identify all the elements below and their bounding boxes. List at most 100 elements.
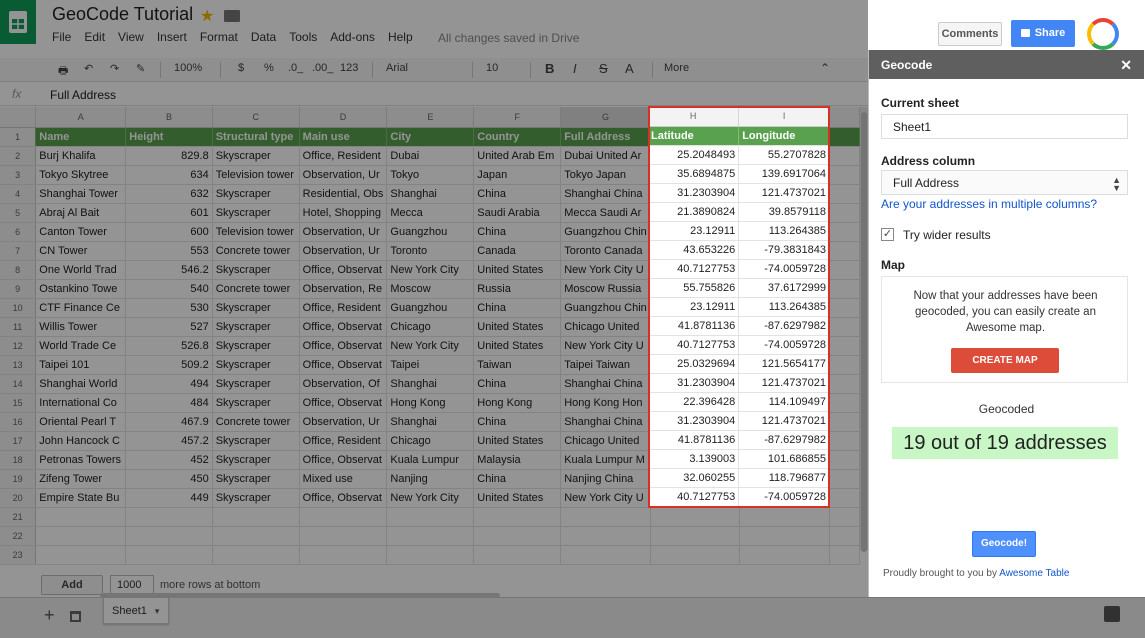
empty-cell[interactable] [829, 241, 860, 261]
grid-cell[interactable]: 3.139003 [648, 449, 740, 469]
decrease-decimal-button[interactable]: .0_ [288, 62, 303, 74]
sheet-tab-sheet1[interactable]: Sheet1 ▾ [103, 598, 169, 624]
grid-cell[interactable]: Skyscraper [212, 298, 300, 318]
row-number[interactable]: 8 [0, 260, 37, 280]
row-number[interactable]: 1 [0, 127, 37, 147]
column-header[interactable]: A [35, 107, 127, 128]
grid-cell[interactable]: 31.2303904 [648, 411, 740, 431]
grid-cell[interactable]: 121.4737021 [738, 411, 830, 431]
star-icon[interactable]: ★ [200, 6, 214, 26]
menu-data[interactable]: Data [251, 30, 276, 44]
row-number[interactable]: 14 [0, 374, 37, 394]
grid-cell[interactable]: United States [473, 336, 562, 356]
grid-cell[interactable]: Concrete tower [212, 279, 300, 299]
grid-cell[interactable]: Mecca [386, 203, 475, 223]
row-number[interactable]: 16 [0, 412, 37, 432]
grid-cell[interactable]: Concrete tower [212, 412, 300, 432]
grid-cell[interactable]: New York City [386, 260, 475, 280]
grid-cell[interactable]: Toronto [386, 241, 475, 261]
grid-cell[interactable]: China [473, 469, 562, 489]
more-button[interactable]: More [664, 62, 689, 74]
row-number[interactable]: 23 [0, 545, 37, 565]
formula-input[interactable]: Full Address [50, 88, 116, 102]
grid-cell[interactable]: Observation, Of [299, 374, 388, 394]
grid-cell[interactable]: Skyscraper [212, 450, 300, 470]
empty-cell[interactable] [829, 507, 860, 527]
row-number[interactable]: 3 [0, 165, 37, 185]
grid-cell[interactable]: 530 [125, 298, 213, 318]
column-header[interactable]: E [386, 107, 475, 128]
grid-cell[interactable]: 25.0329694 [648, 354, 740, 374]
grid-cell[interactable]: 546.2 [125, 260, 213, 280]
grid-cell[interactable]: Office, Observat [299, 393, 388, 413]
grid-cell[interactable]: 484 [125, 393, 213, 413]
header-cell[interactable]: Name [35, 127, 127, 147]
grid-cell[interactable]: Hong Kong [473, 393, 562, 413]
header-cell[interactable]: Latitude [648, 126, 740, 146]
grid-cell[interactable]: 114.109497 [738, 392, 830, 412]
grid-cell[interactable]: 527 [125, 317, 213, 337]
grid-cell[interactable]: Office, Resident [299, 431, 388, 451]
grid-cell[interactable]: Russia [473, 279, 562, 299]
row-number[interactable]: 15 [0, 393, 37, 413]
grid-cell[interactable]: 23.12911 [648, 221, 740, 241]
grid-cell[interactable]: Shanghai [386, 184, 475, 204]
grid-cell[interactable]: China [473, 412, 562, 432]
grid-cell[interactable]: New York City [386, 336, 475, 356]
column-header[interactable]: F [473, 107, 562, 128]
header-cell[interactable]: Structural type [212, 127, 300, 147]
row-number[interactable]: 21 [0, 507, 37, 527]
empty-cell[interactable] [829, 298, 860, 318]
increase-decimal-button[interactable]: .00_ [312, 62, 333, 74]
grid-cell[interactable]: Observation, Ur [299, 222, 388, 242]
grid-cell[interactable]: Dubai [386, 146, 475, 166]
grid-cell[interactable]: 121.5654177 [738, 354, 830, 374]
grid-cell[interactable]: Tokyo Skytree [35, 165, 127, 185]
header-cell[interactable]: City [386, 127, 475, 147]
menu-insert[interactable]: Insert [157, 30, 187, 44]
collapse-chevron-icon[interactable]: ⌃ [820, 61, 830, 75]
empty-cell[interactable] [829, 317, 860, 337]
grid-cell[interactable]: 457.2 [125, 431, 213, 451]
grid-cell[interactable]: Tokyo Japan [560, 165, 651, 185]
menu-help[interactable]: Help [388, 30, 413, 44]
row-number[interactable]: 4 [0, 184, 37, 204]
menu-format[interactable]: Format [200, 30, 238, 44]
more-formats-select[interactable]: 123 [340, 62, 358, 74]
grid-cell[interactable]: Hong Kong [386, 393, 475, 413]
add-rows-button[interactable]: Add [41, 575, 103, 595]
empty-cell[interactable] [829, 146, 860, 166]
empty-cell[interactable] [125, 545, 213, 565]
grid-cell[interactable]: Office, Observat [299, 355, 388, 375]
grid-cell[interactable]: Guangzhou [386, 298, 475, 318]
grid-cell[interactable]: Kuala Lumpur M [560, 450, 651, 470]
grid-cell[interactable]: 139.6917064 [738, 164, 830, 184]
wider-results-label[interactable]: Try wider results [903, 228, 991, 242]
percent-button[interactable]: % [264, 62, 274, 74]
grid-cell[interactable]: Taipei 101 [35, 355, 127, 375]
grid-cell[interactable]: Skyscraper [212, 355, 300, 375]
header-cell[interactable]: Full Address [560, 127, 651, 147]
grid-cell[interactable]: 21.3890824 [648, 202, 740, 222]
empty-cell[interactable] [829, 260, 860, 280]
account-avatar[interactable] [1087, 18, 1119, 50]
grid-cell[interactable]: Shanghai China [560, 412, 651, 432]
redo-icon[interactable]: ↷ [110, 62, 119, 75]
grid-cell[interactable]: -74.0059728 [738, 259, 830, 279]
grid-cell[interactable]: New York City [386, 488, 475, 508]
grid-cell[interactable]: Shanghai World [35, 374, 127, 394]
row-number[interactable]: 9 [0, 279, 37, 299]
font-size-select[interactable]: 10 [486, 62, 498, 74]
row-number[interactable]: 22 [0, 526, 37, 546]
grid-cell[interactable]: Shanghai [386, 374, 475, 394]
grid-cell[interactable]: Guangzhou [386, 222, 475, 242]
empty-cell[interactable] [35, 545, 127, 565]
add-sheet-icon[interactable]: + [44, 605, 55, 626]
grid-cell[interactable]: 452 [125, 450, 213, 470]
grid-cell[interactable]: United States [473, 431, 562, 451]
grid-cell[interactable]: Zifeng Tower [35, 469, 127, 489]
grid-cell[interactable]: 23.12911 [648, 297, 740, 317]
grid-cell[interactable]: 55.2707828 [738, 145, 830, 165]
grid-cell[interactable]: Malaysia [473, 450, 562, 470]
grid-cell[interactable]: Burj Khalifa [35, 146, 127, 166]
